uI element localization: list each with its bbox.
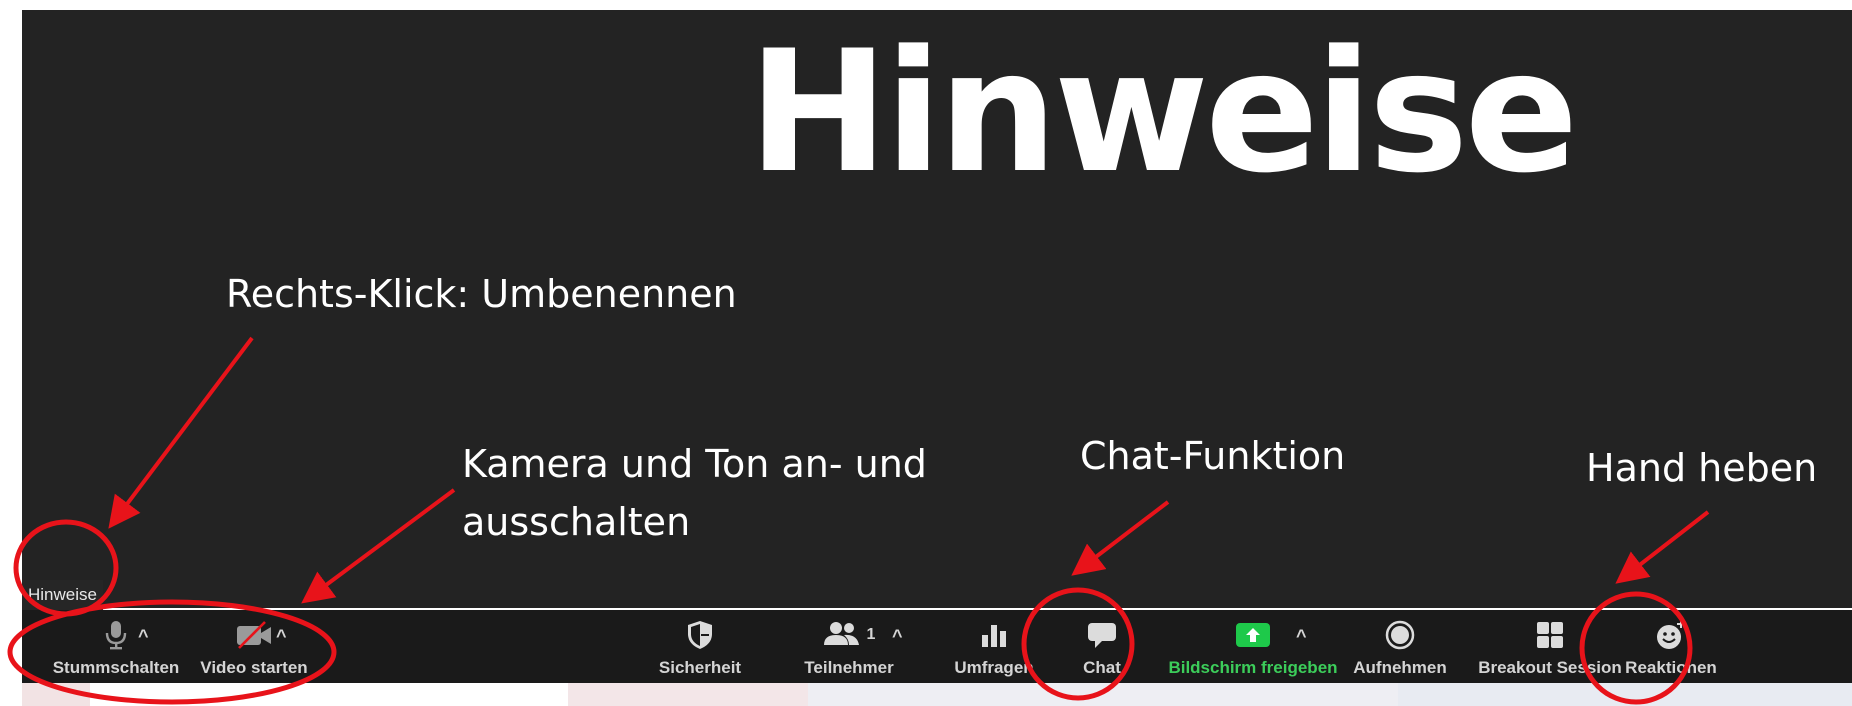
arrow-hand bbox=[1615, 510, 1710, 584]
circle-name-tag bbox=[13, 519, 119, 617]
circle-reactions bbox=[1579, 591, 1693, 705]
circle-chat bbox=[1021, 587, 1135, 701]
circle-mute-video bbox=[7, 599, 337, 705]
arrow-camera bbox=[301, 488, 456, 604]
arrow-rename bbox=[108, 336, 254, 529]
arrow-chat bbox=[1071, 500, 1170, 576]
annotation-overlay bbox=[7, 336, 1710, 705]
